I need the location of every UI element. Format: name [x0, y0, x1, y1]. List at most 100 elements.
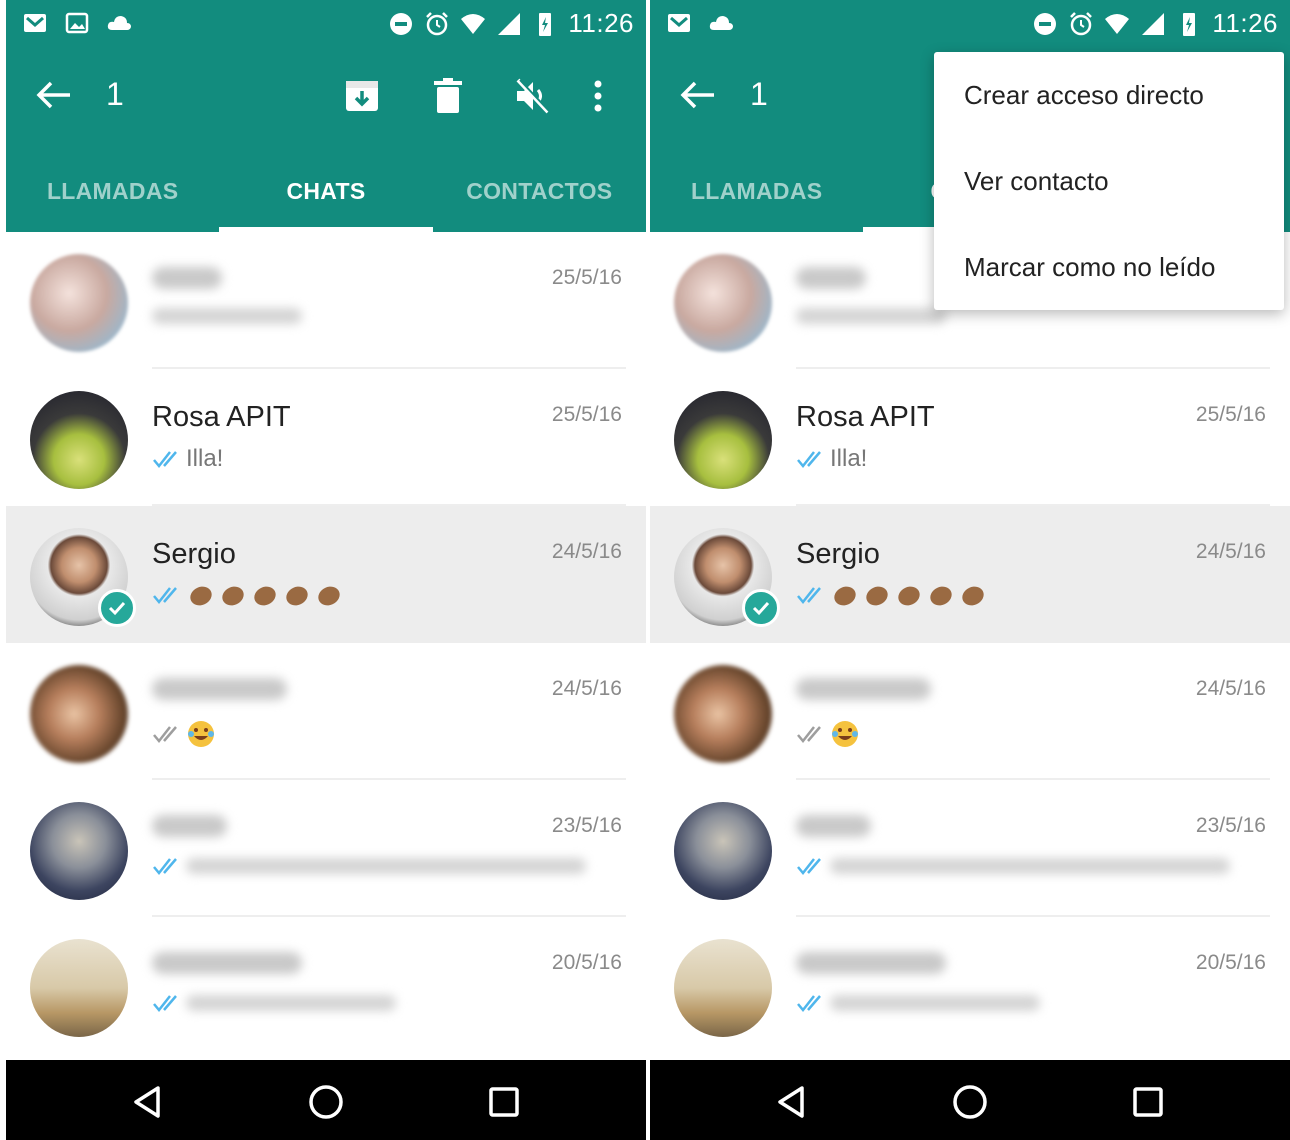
signal-icon: [498, 12, 521, 35]
chat-name: Rosa APIT: [152, 401, 291, 433]
chat-date: 23/5/16: [1195, 814, 1266, 837]
archive-icon[interactable]: [342, 76, 382, 116]
chat-list: 25/5/16 Rosa APIT 25/5/16 Illa! Sergio 2…: [650, 232, 1290, 1060]
alarm-icon: [1070, 11, 1093, 35]
phone-screen-left: 11:26 1 LLAMADAS CHATS CONTACTOS 25/5/16…: [6, 0, 646, 1140]
menu-item-mark-unread[interactable]: Marcar como no leído: [964, 252, 1215, 283]
wifi-icon: [461, 13, 486, 34]
menu-item-create-shortcut[interactable]: Crear acceso directo: [964, 80, 1204, 111]
chat-row[interactable]: 24/5/16: [6, 643, 646, 780]
more-vert-icon[interactable]: [586, 76, 610, 116]
blurred-name: [152, 264, 222, 297]
double-check-blue-icon: [153, 451, 177, 468]
tab-llamadas[interactable]: LLAMADAS: [6, 146, 219, 232]
do-not-disturb-icon: [390, 12, 413, 35]
chat-date: 25/5/16: [1195, 403, 1266, 426]
home-circle-icon[interactable]: [306, 1082, 346, 1122]
chat-message: Illa!: [186, 445, 224, 472]
avatar: [30, 665, 128, 763]
status-bar: 11:26: [6, 0, 646, 46]
double-check-blue-icon: [153, 995, 177, 1012]
avatar: [674, 665, 772, 763]
battery-icon: [1183, 12, 1196, 36]
selected-check-icon: [742, 589, 780, 627]
chat-preview: [796, 308, 946, 324]
chat-preview: [152, 308, 302, 324]
clap-emoji-icon: [254, 586, 276, 606]
clap-emoji-icon: [318, 586, 340, 606]
blurred-name: [796, 675, 931, 708]
clapping-hands-emoji-row: [830, 582, 988, 608]
chat-date: 24/5/16: [551, 540, 622, 563]
chat-row[interactable]: Rosa APIT 25/5/16 Illa!: [650, 369, 1290, 506]
clapping-hands-emoji-row: [186, 582, 344, 608]
avatar: [674, 254, 772, 352]
blurred-name: [796, 264, 866, 297]
chat-preview: [796, 719, 860, 749]
chat-row[interactable]: 20/5/16: [650, 917, 1290, 1054]
tab-chats[interactable]: CHATS: [219, 146, 433, 232]
delete-icon[interactable]: [428, 76, 468, 116]
alarm-icon: [426, 11, 449, 35]
do-not-disturb-icon: [1034, 12, 1057, 35]
clap-emoji-icon: [190, 586, 212, 606]
clap-emoji-icon: [222, 586, 244, 606]
chat-row-selected[interactable]: Sergio 24/5/16: [6, 506, 646, 643]
chat-row[interactable]: Rosa APIT 25/5/16 Illa!: [6, 369, 646, 506]
clap-emoji-icon: [930, 586, 952, 606]
system-nav-bar: [6, 1060, 646, 1140]
chat-row[interactable]: 23/5/16: [6, 780, 646, 917]
chat-row-selected[interactable]: Sergio 24/5/16: [650, 506, 1290, 643]
clap-emoji-icon: [898, 586, 920, 606]
menu-item-view-contact[interactable]: Ver contacto: [964, 166, 1109, 197]
back-triangle-icon[interactable]: [772, 1082, 812, 1122]
selected-check-icon: [98, 589, 136, 627]
chat-preview: [152, 719, 216, 749]
blurred-name: [152, 812, 227, 845]
double-check-blue-icon: [153, 858, 177, 875]
chat-row[interactable]: 20/5/16: [6, 917, 646, 1054]
clap-emoji-icon: [286, 586, 308, 606]
signal-icon: [1142, 12, 1165, 35]
chat-date: 24/5/16: [1195, 540, 1266, 563]
chat-message: Illa!: [830, 445, 868, 472]
action-toolbar: 1: [6, 46, 646, 146]
clap-emoji-icon: [866, 586, 888, 606]
back-arrow-icon[interactable]: [36, 80, 72, 110]
back-arrow-icon[interactable]: [680, 80, 716, 110]
recents-square-icon[interactable]: [484, 1082, 524, 1122]
blurred-name: [152, 949, 302, 982]
chat-preview: [152, 856, 586, 876]
wifi-icon: [1105, 13, 1130, 34]
avatar: [674, 939, 772, 1037]
chat-row[interactable]: 23/5/16: [650, 780, 1290, 917]
status-bar: 11:26: [650, 0, 1290, 46]
avatar: [674, 391, 772, 489]
home-circle-icon[interactable]: [950, 1082, 990, 1122]
recents-square-icon[interactable]: [1128, 1082, 1168, 1122]
tab-llamadas[interactable]: LLAMADAS: [650, 146, 863, 232]
selected-count: 1: [106, 76, 124, 112]
double-check-blue-icon: [153, 587, 177, 604]
blurred-name: [796, 812, 871, 845]
tab-bar: LLAMADAS CHATS CONTACTOS: [6, 146, 646, 232]
double-check-blue-icon: [797, 995, 821, 1012]
chat-date: 23/5/16: [551, 814, 622, 837]
avatar: [674, 802, 772, 900]
selected-count: 1: [750, 76, 768, 112]
chat-preview: Illa!: [796, 445, 867, 473]
back-triangle-icon[interactable]: [128, 1082, 168, 1122]
clap-emoji-icon: [962, 586, 984, 606]
chat-preview: [152, 582, 344, 608]
mute-icon[interactable]: [512, 76, 552, 116]
chat-date: 20/5/16: [551, 951, 622, 974]
avatar: [30, 391, 128, 489]
double-check-grey-icon: [153, 726, 177, 743]
chat-row[interactable]: 24/5/16: [650, 643, 1290, 780]
blurred-name: [796, 949, 946, 982]
tab-contactos[interactable]: CONTACTOS: [433, 146, 646, 232]
chat-preview: [152, 993, 396, 1013]
chat-date: 20/5/16: [1195, 951, 1266, 974]
chat-row[interactable]: 25/5/16: [6, 232, 646, 369]
gallery-icon: [65, 12, 89, 34]
